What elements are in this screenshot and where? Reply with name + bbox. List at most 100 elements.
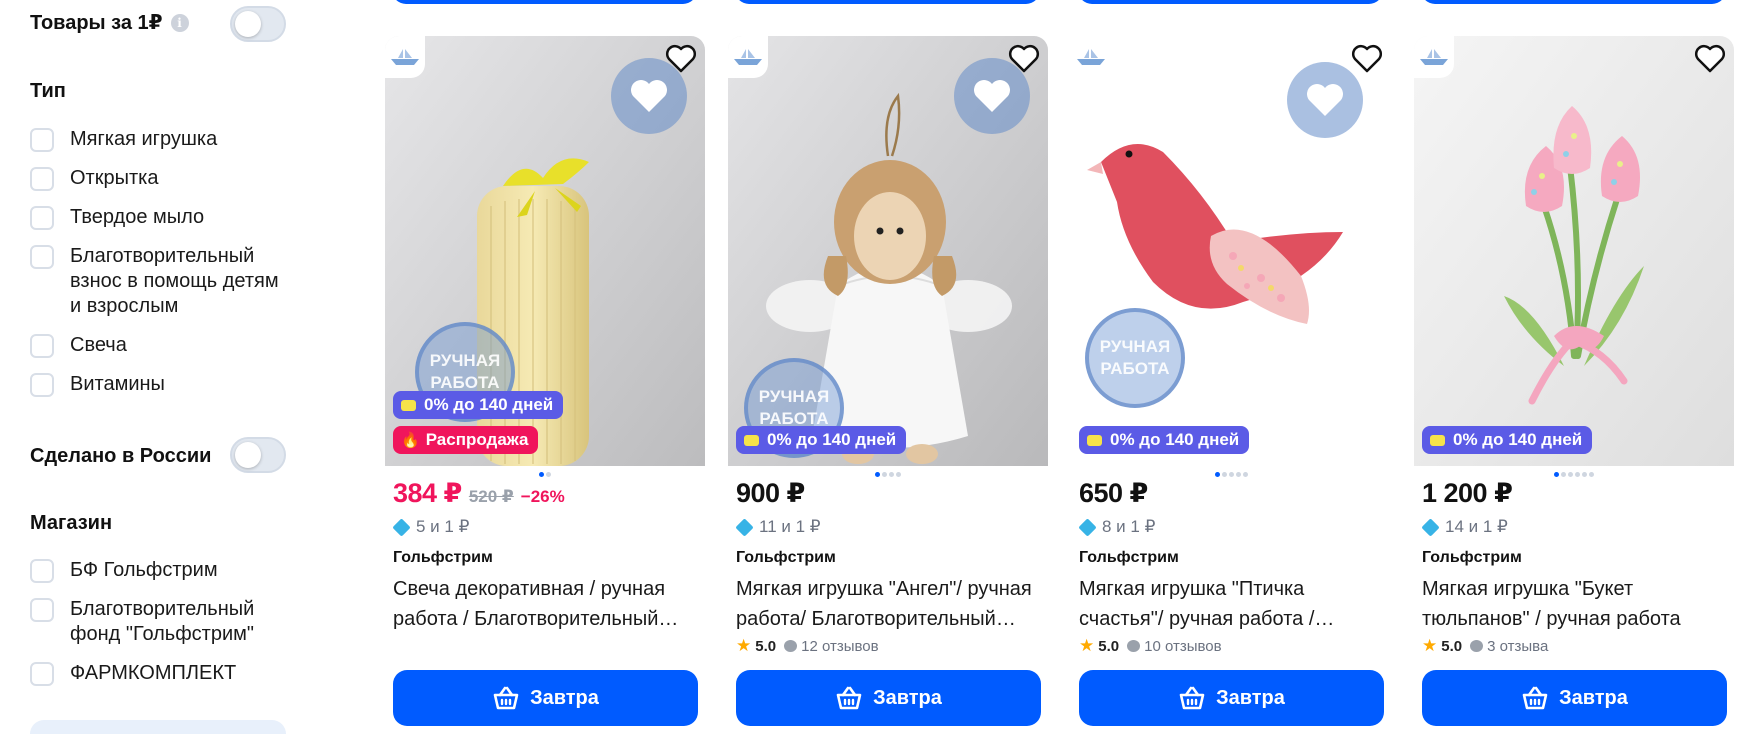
pagination-dot[interactable]	[889, 472, 894, 477]
pagination-dot[interactable]	[875, 472, 880, 477]
checkbox[interactable]	[30, 334, 54, 358]
checkbox[interactable]	[30, 128, 54, 152]
previous-row-buy-button[interactable]	[1078, 0, 1383, 4]
pagination-dot[interactable]	[1235, 472, 1241, 477]
pagination-dot[interactable]	[546, 472, 551, 477]
installment-badge: 0% до 140 дней	[1422, 426, 1593, 454]
store-option[interactable]: ФАРМКОМПЛЕКТ	[30, 661, 290, 686]
type-option[interactable]: Витамины	[30, 372, 290, 397]
pagination-dot[interactable]	[1575, 472, 1580, 477]
product-card[interactable]: РУЧНАЯ РАБОТА 0% до 140 дней 🔥 Распродажа…	[385, 36, 705, 734]
pagination-dot[interactable]	[1582, 472, 1587, 477]
pagination-dot[interactable]	[1554, 472, 1559, 477]
price-row: 1 200 ₽	[1422, 478, 1732, 512]
checkbox[interactable]	[30, 598, 54, 622]
store-option-label: Благотворительный фонд "Гольфстрим"	[70, 598, 255, 645]
rating-value: 5.0	[755, 637, 777, 655]
previous-row-buy-button[interactable]	[392, 0, 697, 4]
checkbox[interactable]	[30, 373, 54, 397]
rating-row[interactable]: ★ 5.0 10 отзывов	[1079, 636, 1389, 656]
product-card[interactable]: РУЧНАЯ РАБОТА 0% до 140 дней 900 ₽ 11 и …	[728, 36, 1048, 734]
checkbox[interactable]	[30, 245, 54, 269]
filter-goods-for-1r: Товары за 1₽ i	[30, 10, 189, 35]
goods-for-1r-toggle[interactable]	[230, 6, 286, 42]
store-option-label: ФАРМКОМПЛЕКТ	[70, 662, 237, 684]
sale-text: Распродажа	[425, 430, 529, 449]
heart-outline-icon[interactable]	[1351, 44, 1383, 74]
product-card[interactable]: 0% до 140 дней 1 200 ₽ 14 и 1 ₽ Гольфстр…	[1414, 36, 1734, 734]
checkbox[interactable]	[30, 662, 54, 686]
product-image[interactable]: 0% до 140 дней	[1414, 36, 1734, 466]
rating-row[interactable]: ★ 5.0 12 отзывов	[736, 636, 1046, 656]
show-more-button[interactable]	[30, 720, 286, 734]
goods-for-1r-label: Товары за 1₽	[30, 12, 163, 34]
filters-sidebar: Товары за 1₽ i Тип Мягкая игрушка Открыт…	[30, 0, 288, 734]
product-title[interactable]: Мягкая игрушка "Ангел"/ ручная работа/ Б…	[736, 574, 1046, 634]
bonus-points: 8 и 1 ₽	[1078, 514, 1389, 540]
type-option[interactable]: Твердое мыло	[30, 205, 290, 230]
product-image[interactable]: РУЧНАЯ РАБОТА 0% до 140 дней	[1071, 36, 1391, 466]
made-in-russia-toggle[interactable]	[230, 437, 286, 473]
checkbox[interactable]	[30, 167, 54, 191]
add-to-cart-button[interactable]: Завтра	[393, 670, 698, 726]
product-title[interactable]: Мягкая игрушка "Букет тюльпанов" / ручна…	[1422, 574, 1732, 634]
pagination-dot[interactable]	[1221, 472, 1227, 477]
product-title[interactable]: Свеча декоративная / ручная работа / Бла…	[393, 574, 703, 634]
current-price: 900 ₽	[736, 478, 805, 508]
product-image[interactable]: РУЧНАЯ РАБОТА 0% до 140 дней 🔥 Распродажа	[385, 36, 705, 466]
heart-outline-icon[interactable]	[665, 44, 697, 74]
filter-made-in-russia: Сделано в России	[30, 445, 211, 468]
add-to-cart-button[interactable]: Завтра	[1422, 670, 1727, 726]
delivery-label: Завтра	[1216, 686, 1285, 709]
current-price: 650 ₽	[1079, 478, 1148, 508]
pagination-dot[interactable]	[1561, 472, 1566, 477]
reviews-count: 10 отзывов	[1144, 637, 1222, 655]
installment-badge: 0% до 140 дней	[393, 391, 564, 419]
previous-row-buy-button[interactable]	[1421, 0, 1726, 4]
type-option[interactable]: Свеча	[30, 333, 290, 358]
type-option[interactable]: Мягкая игрушка	[30, 127, 290, 152]
checkbox[interactable]	[30, 559, 54, 583]
installment-text: 0% до 140 дней	[1453, 430, 1583, 449]
fire-icon: 🔥	[401, 432, 420, 449]
seller-name[interactable]: Гольфстрим	[393, 547, 703, 569]
pagination-dot[interactable]	[1242, 472, 1248, 477]
old-price: 520 ₽	[468, 487, 514, 506]
seller-name[interactable]: Гольфстрим	[1422, 547, 1732, 569]
handmade-stamp: РУЧНАЯ РАБОТА	[1085, 308, 1185, 408]
store-filter-list: БФ Гольфстрим Благотворительный фонд "Го…	[30, 558, 290, 700]
image-pagination	[1414, 472, 1734, 477]
pagination-dot[interactable]	[1568, 472, 1573, 477]
seller-name[interactable]: Гольфстрим	[1079, 547, 1389, 569]
checkbox[interactable]	[30, 206, 54, 230]
pagination-dot[interactable]	[539, 472, 544, 477]
previous-row-buy-button[interactable]	[735, 0, 1040, 4]
installment-text: 0% до 140 дней	[767, 430, 897, 449]
store-option[interactable]: БФ Гольфстрим	[30, 558, 290, 583]
product-image[interactable]: РУЧНАЯ РАБОТА 0% до 140 дней	[728, 36, 1048, 466]
pagination-dot[interactable]	[882, 472, 887, 477]
type-option-label: Благотворительный взнос в помощь детям и…	[70, 245, 279, 317]
pagination-dot[interactable]	[1228, 472, 1234, 477]
seller-name[interactable]: Гольфстрим	[736, 547, 1046, 569]
rating-row[interactable]: ★ 5.0 3 отзыва	[1422, 636, 1732, 656]
pagination-dot[interactable]	[1214, 472, 1220, 477]
type-option[interactable]: Благотворительный взнос в помощь детям и…	[30, 244, 290, 319]
type-option[interactable]: Открытка	[30, 166, 290, 191]
store-option[interactable]: Благотворительный фонд "Гольфстрим"	[30, 597, 290, 647]
star-icon: ★	[736, 636, 752, 655]
add-to-cart-button[interactable]: Завтра	[736, 670, 1041, 726]
pagination-dot[interactable]	[896, 472, 901, 477]
star-icon: ★	[1079, 636, 1095, 655]
sale-badge: 🔥 Распродажа	[393, 426, 539, 454]
pagination-dot[interactable]	[1589, 472, 1594, 477]
product-info: 900 ₽ 11 и 1 ₽ Гольфстрим Мягкая игрушка…	[735, 478, 1046, 656]
info-icon[interactable]: i	[170, 13, 189, 32]
product-card[interactable]: РУЧНАЯ РАБОТА 0% до 140 дней 650 ₽ 8 и 1…	[1071, 36, 1391, 734]
heart-outline-icon[interactable]	[1694, 44, 1726, 74]
image-pagination	[728, 472, 1048, 477]
product-title[interactable]: Мягкая игрушка "Птичка счастья"/ ручная …	[1079, 574, 1389, 634]
type-option-label: Витамины	[70, 373, 165, 395]
add-to-cart-button[interactable]: Завтра	[1079, 670, 1384, 726]
heart-outline-icon[interactable]	[1008, 44, 1040, 74]
